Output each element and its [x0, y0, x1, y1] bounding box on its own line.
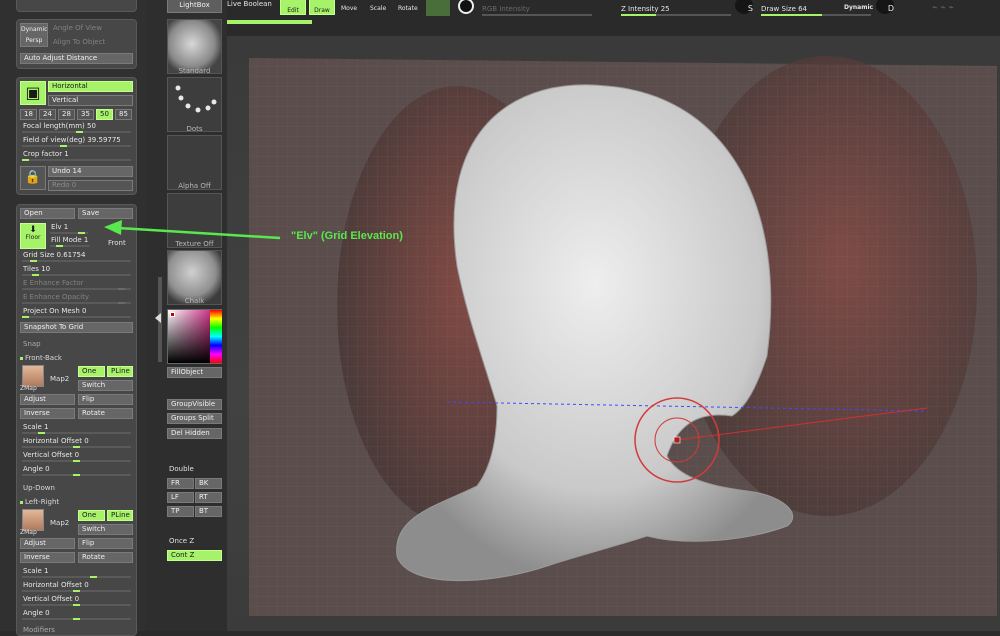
annotation-arrow: [104, 220, 281, 240]
annotation-label: "Elv" (Grid Elevation): [291, 230, 403, 242]
